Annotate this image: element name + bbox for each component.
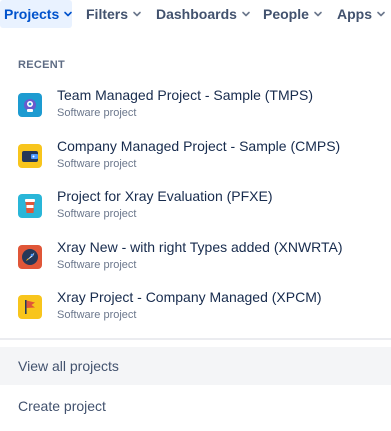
recent-project-item[interactable]: Project for Xray Evaluation (PFXE) Softw… <box>0 188 391 238</box>
recent-project-item[interactable]: Xray New - with right Types added (XNWRT… <box>0 239 391 289</box>
recent-project-item[interactable]: Company Managed Project - Sample (CMPS) … <box>0 138 391 188</box>
coffee-cup-icon <box>18 194 42 218</box>
create-project-label: Create project <box>18 398 106 414</box>
top-navigation: Projects Filters Dashboards People Apps <box>0 0 391 28</box>
flag-icon <box>18 295 42 319</box>
project-name: Company Managed Project - Sample (CMPS) <box>57 138 341 154</box>
project-type: Software project <box>57 309 137 321</box>
project-type: Software project <box>57 259 137 271</box>
recent-project-item[interactable]: Xray Project - Company Managed (XPCM) So… <box>0 289 391 339</box>
rocket-icon <box>18 245 42 269</box>
nav-dashboards[interactable]: Dashboards <box>156 0 251 28</box>
project-name: Project for Xray Evaluation (PFXE) <box>57 188 273 204</box>
recent-section-title: RECENT <box>18 59 66 71</box>
wallet-icon <box>18 144 42 168</box>
chevron-down-icon <box>132 9 142 19</box>
nav-apps[interactable]: Apps <box>337 0 386 28</box>
view-all-projects-label: View all projects <box>18 358 119 374</box>
create-project-link[interactable]: Create project <box>0 387 391 425</box>
project-type: Software project <box>57 208 137 220</box>
project-name: Team Managed Project - Sample (TMPS) <box>57 87 313 103</box>
project-name: Xray Project - Company Managed (XPCM) <box>57 289 322 305</box>
chevron-down-icon <box>241 9 251 19</box>
project-type: Software project <box>57 158 137 170</box>
nav-filters-label: Filters <box>86 6 129 22</box>
nav-people-label: People <box>263 6 309 22</box>
chevron-down-icon <box>63 9 73 19</box>
nav-apps-label: Apps <box>337 6 372 22</box>
project-name: Xray New - with right Types added (XNWRT… <box>57 239 343 255</box>
divider <box>0 338 391 340</box>
nav-people[interactable]: People <box>263 0 323 28</box>
nav-dashboards-label: Dashboards <box>156 6 237 22</box>
nav-filters[interactable]: Filters <box>86 0 142 28</box>
recent-project-item[interactable]: Team Managed Project - Sample (TMPS) Sof… <box>0 87 391 137</box>
nav-projects-label: Projects <box>4 6 60 22</box>
robot-icon <box>18 93 42 117</box>
chevron-down-icon <box>313 9 323 19</box>
chevron-down-icon <box>376 9 386 19</box>
view-all-projects-link[interactable]: View all projects <box>0 347 391 385</box>
nav-projects[interactable]: Projects <box>0 0 73 28</box>
project-type: Software project <box>57 107 137 119</box>
